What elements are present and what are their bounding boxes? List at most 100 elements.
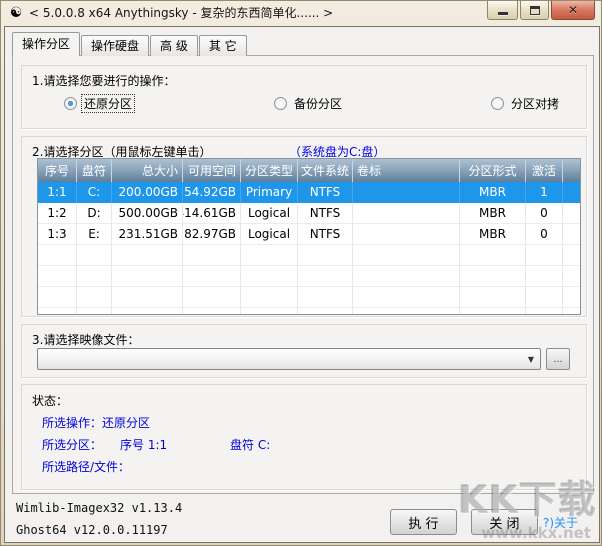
column-header-2[interactable]: 总大小: [112, 159, 183, 182]
radio-option-1[interactable]: 备份分区: [274, 95, 344, 112]
table-cell: 0: [526, 224, 563, 245]
version-ghost: Ghost64 v12.0.0.11197: [16, 523, 168, 537]
browse-button[interactable]: ...: [546, 348, 570, 370]
table-cell: 1:3: [38, 224, 77, 245]
table-cell: [38, 287, 77, 308]
partition-select-section: 2.请选择分区（用鼠标左键单击） （系统盘为C:盘） 序号盘符总大小可用空间分区…: [21, 136, 587, 317]
table-cell: [298, 287, 353, 308]
tab-page-operate-partition: 1.请选择您要进行的操作： 还原分区备份分区分区对拷 2.请选择分区（用鼠标左键…: [12, 55, 594, 494]
column-header-6[interactable]: 卷标: [353, 159, 460, 182]
table-cell: [112, 287, 183, 308]
table-cell-strip: [563, 266, 580, 287]
tab-3[interactable]: 其 它: [199, 35, 247, 56]
maximize-button[interactable]: [520, 1, 549, 20]
radio-button-icon[interactable]: [274, 97, 287, 110]
image-file-combobox[interactable]: ▼: [37, 348, 541, 370]
app-window: ☯ < 5.0.0.8 x64 Anythingsky - 复杂的东西简单化..…: [0, 0, 602, 546]
radio-button-icon[interactable]: [64, 97, 77, 110]
table-cell: 182.97GB: [183, 224, 241, 245]
table-cell: [353, 182, 460, 203]
image-file-section: 3.请选择映像文件： ▼ ...: [21, 324, 587, 378]
table-cell: [112, 266, 183, 287]
execute-button[interactable]: 执 行: [390, 509, 457, 535]
column-header-4[interactable]: 分区类型: [241, 159, 298, 182]
table-row-0[interactable]: 1:1C:200.00GB54.92GBPrimaryNTFSMBR1: [38, 182, 580, 203]
close-dialog-button[interactable]: 关 闭: [471, 509, 538, 535]
radio-option-2[interactable]: 分区对拷: [491, 95, 561, 112]
window-controls: ✕: [485, 1, 595, 20]
table-cell: [112, 245, 183, 266]
tab-2[interactable]: 高 级: [150, 35, 198, 56]
minimize-button[interactable]: [487, 1, 518, 20]
radio-label: 分区对拷: [509, 95, 561, 112]
table-cell: MBR: [460, 203, 526, 224]
column-header-1[interactable]: 盘符: [77, 159, 112, 182]
dropdown-arrow-icon[interactable]: ▼: [522, 355, 540, 364]
table-cell: [77, 287, 112, 308]
table-cell: [526, 287, 563, 308]
window-title: < 5.0.0.8 x64 Anythingsky - 复杂的东西简单化....…: [29, 1, 333, 25]
partition-table-header: 序号盘符总大小可用空间分区类型文件系统卷标分区形式激活: [38, 159, 580, 182]
table-cell: [526, 266, 563, 287]
radio-label: 还原分区: [82, 95, 134, 112]
radio-button-icon[interactable]: [491, 97, 504, 110]
table-cell: 1:1: [38, 182, 77, 203]
table-cell: [353, 266, 460, 287]
close-icon: ✕: [568, 2, 578, 19]
table-cell: NTFS: [298, 224, 353, 245]
table-cell-strip: [563, 224, 580, 245]
status-selected-path: 所选路径/文件：: [42, 458, 130, 475]
tab-0[interactable]: 操作分区: [12, 32, 80, 56]
table-cell: MBR: [460, 182, 526, 203]
table-cell: [241, 287, 298, 308]
status-title: 状态：: [32, 392, 68, 409]
close-button[interactable]: ✕: [551, 1, 595, 20]
table-cell: [460, 308, 526, 315]
table-cell: [298, 308, 353, 315]
table-cell: 200.00GB: [112, 182, 183, 203]
tab-1[interactable]: 操作硬盘: [81, 35, 149, 56]
table-row-empty[interactable]: [38, 287, 580, 308]
partition-table-body: 1:1C:200.00GB54.92GBPrimaryNTFSMBR11:2D:…: [38, 182, 580, 315]
tab-bar: 操作分区操作硬盘高 级其 它: [12, 32, 248, 56]
column-header-3[interactable]: 可用空间: [183, 159, 241, 182]
status-selected-operation: 所选操作：还原分区: [42, 414, 150, 431]
image-file-section-label: 3.请选择映像文件：: [32, 331, 139, 348]
table-row-empty[interactable]: [38, 245, 580, 266]
table-cell: 414.61GB: [183, 203, 241, 224]
table-cell: [183, 245, 241, 266]
table-row-empty[interactable]: [38, 308, 580, 315]
client-area: 操作分区操作硬盘高 级其 它 1.请选择您要进行的操作： 还原分区备份分区分区对…: [4, 26, 600, 543]
table-cell: [77, 266, 112, 287]
table-cell: [183, 287, 241, 308]
column-header-5[interactable]: 文件系统: [298, 159, 353, 182]
maximize-icon: [530, 6, 540, 15]
table-cell-strip: [563, 203, 580, 224]
table-row-empty[interactable]: [38, 266, 580, 287]
column-header-0[interactable]: 序号: [38, 159, 77, 182]
table-row-2[interactable]: 1:3E:231.51GB182.97GBLogicalNTFSMBR0: [38, 224, 580, 245]
about-link[interactable]: ?)关于: [543, 514, 578, 531]
table-cell: [353, 308, 460, 315]
table-cell: [526, 245, 563, 266]
table-cell-strip: [563, 287, 580, 308]
table-row-1[interactable]: 1:2D:500.00GB414.61GBLogicalNTFSMBR0: [38, 203, 580, 224]
yin-yang-icon: ☯: [8, 5, 24, 21]
table-cell: [183, 308, 241, 315]
table-cell: D:: [77, 203, 112, 224]
table-cell-strip: [563, 308, 580, 315]
status-operation-label: 所选操作：: [42, 416, 102, 430]
column-header-7[interactable]: 分区形式: [460, 159, 526, 182]
table-cell: [241, 308, 298, 315]
status-partition-drive: 盘符 C:: [230, 436, 270, 453]
radio-option-0[interactable]: 还原分区: [64, 95, 134, 112]
table-cell-strip: [563, 182, 580, 203]
column-header-8[interactable]: 激活: [526, 159, 563, 182]
table-cell: [38, 266, 77, 287]
table-cell-strip: [563, 245, 580, 266]
table-cell: [298, 245, 353, 266]
table-cell: 500.00GB: [112, 203, 183, 224]
operation-select-section: 1.请选择您要进行的操作： 还原分区备份分区分区对拷: [21, 65, 587, 129]
table-cell: 0: [526, 203, 563, 224]
table-cell: Logical: [241, 203, 298, 224]
